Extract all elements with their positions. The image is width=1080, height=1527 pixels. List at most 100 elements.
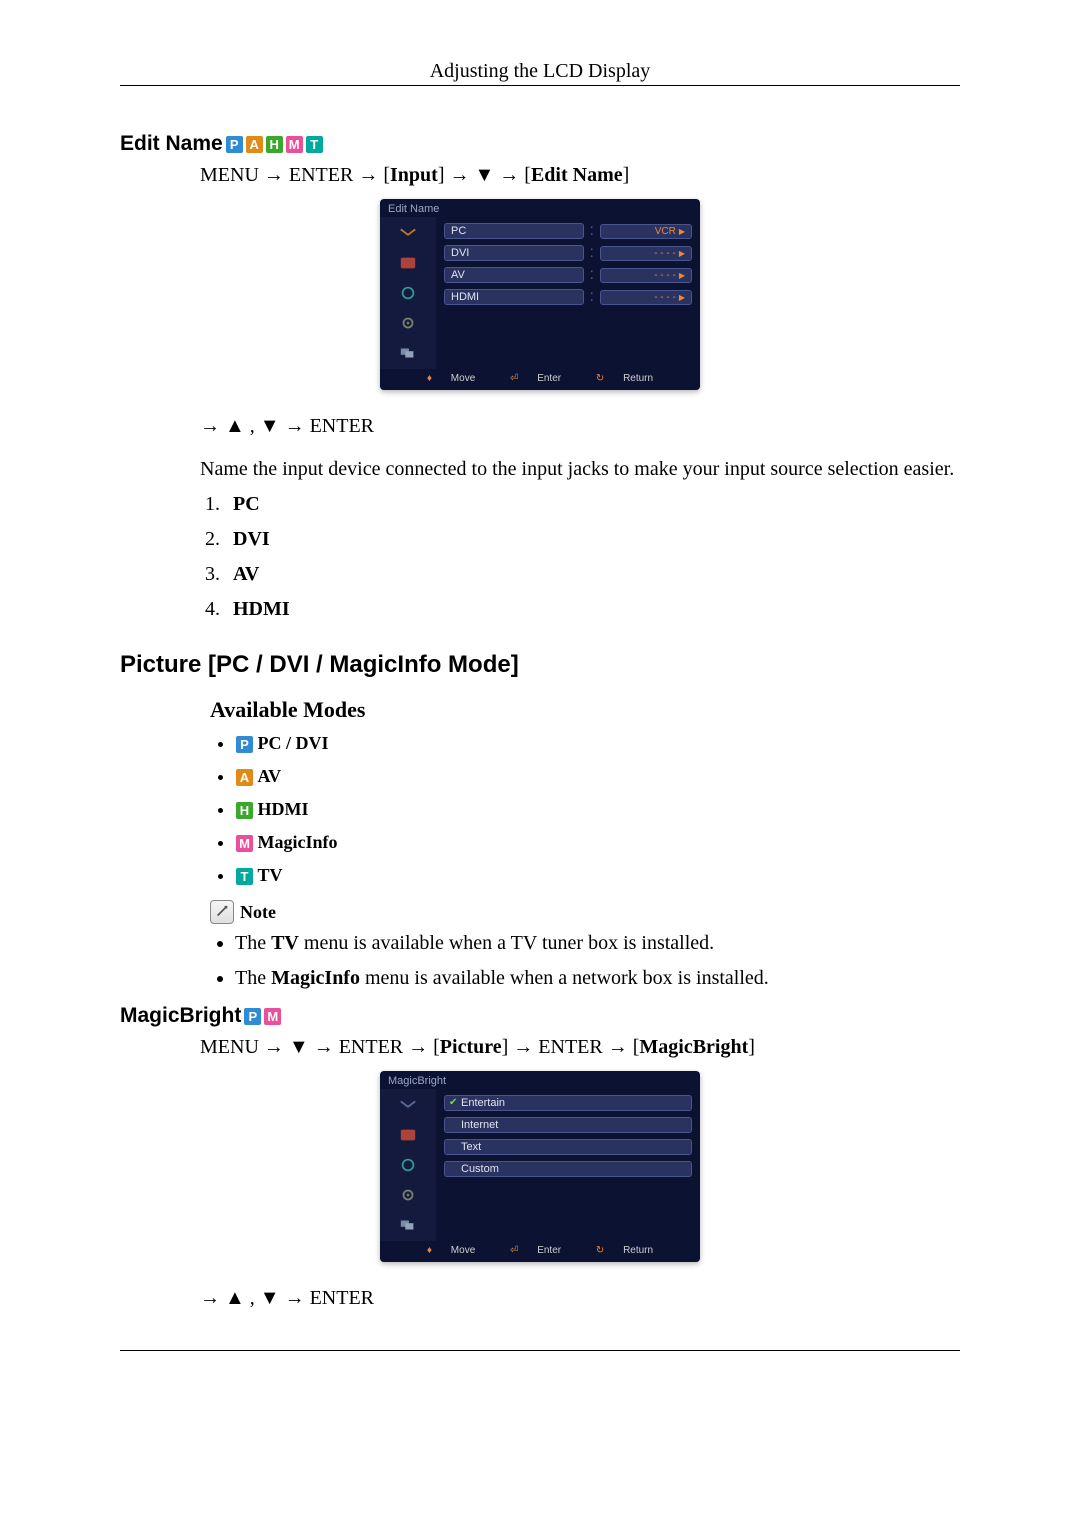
badge-t-icon: T xyxy=(306,136,323,153)
osd-row: PC : VCR▶ xyxy=(444,223,692,239)
list-item: The MagicInfo menu is available when a n… xyxy=(235,967,960,990)
osd-footer-text: Enter xyxy=(537,1245,561,1256)
osd-footer-enter: ⏎ Enter xyxy=(502,373,569,384)
enter-icon: ⏎ xyxy=(510,373,518,384)
mode-text: HDMI xyxy=(258,799,309,819)
path-arrow: → xyxy=(259,164,289,186)
osd-footer-return: ↻ Return xyxy=(588,373,661,384)
magicbright-path: MENU → ▼ → ENTER → [Picture] → ENTER → [… xyxy=(200,1036,960,1059)
list-item: PC xyxy=(225,493,960,516)
list-item-text: HDMI xyxy=(233,598,290,620)
badge-m-icon: M xyxy=(286,136,303,153)
osd-option: Internet xyxy=(444,1117,692,1133)
edit-name-list: PC DVI AV HDMI xyxy=(225,493,960,621)
notes-list: The TV menu is available when a TV tuner… xyxy=(235,932,960,990)
list-item: A AV xyxy=(235,766,960,787)
osd-footer-text: Move xyxy=(451,373,475,384)
path-bold: Picture xyxy=(440,1036,502,1058)
osd-sep-icon: : xyxy=(590,247,594,259)
osd-row: Text xyxy=(444,1139,692,1155)
badge-t-icon: T xyxy=(236,868,253,885)
osd-value-text: - - - - xyxy=(654,248,676,259)
osd-sound-icon xyxy=(396,283,420,303)
list-item: The TV menu is available when a TV tuner… xyxy=(235,932,960,955)
osd-option-text: Entertain xyxy=(461,1097,505,1109)
osd-footer-text: Enter xyxy=(537,373,561,384)
badge-h-icon: H xyxy=(236,802,253,819)
osd-row: ✔ Entertain xyxy=(444,1095,692,1111)
osd-footer-enter: ⏎ Enter xyxy=(502,1245,569,1256)
osd-sep-icon: : xyxy=(590,291,594,303)
magicbright-osd-image: MagicBright ✔Entertain Internet Text Cus… xyxy=(120,1071,960,1267)
badge-a-icon: A xyxy=(246,136,263,153)
path-text: → [ xyxy=(494,164,531,186)
osd-footer: ♦ Move ⏎ Enter ↻ Return xyxy=(380,369,700,390)
osd-footer-text: Return xyxy=(623,373,653,384)
osd-panel: MagicBright ✔Entertain Internet Text Cus… xyxy=(380,1071,700,1262)
badge-p-icon: P xyxy=(244,1008,261,1025)
enter-icon: ⏎ xyxy=(510,1245,518,1256)
list-item: HDMI xyxy=(225,598,960,621)
osd-sep-icon: : xyxy=(590,225,594,237)
osd-footer-move: ♦ Move xyxy=(419,1245,483,1256)
down-arrow-icon: ▼ xyxy=(474,164,494,186)
osd-setup-icon xyxy=(396,1185,420,1205)
return-icon: ↻ xyxy=(596,1245,604,1256)
osd-footer-return: ↻ Return xyxy=(588,1245,661,1256)
osd-main: ✔ Entertain Internet Text Custom xyxy=(436,1089,700,1241)
right-arrow-icon: ▶ xyxy=(679,227,685,236)
down-arrow-icon: ▼ xyxy=(289,1036,309,1058)
osd-row: HDMI : - - - -▶ xyxy=(444,289,692,305)
badge-h-icon: H xyxy=(266,136,283,153)
list-item: P PC / DVI xyxy=(235,733,960,754)
osd-option: Custom xyxy=(444,1161,692,1177)
mode-text: PC / DVI xyxy=(258,733,329,753)
list-item-text: DVI xyxy=(233,528,270,550)
note-bold: TV xyxy=(271,932,299,954)
edit-name-path: MENU → ENTER → [Input] → ▼ → [Edit Name] xyxy=(200,164,960,187)
osd-footer: ♦ Move ⏎ Enter ↻ Return xyxy=(380,1241,700,1262)
osd-setup-icon xyxy=(396,313,420,333)
path-text: ] xyxy=(748,1036,755,1058)
path-arrow: → xyxy=(259,1036,289,1058)
badge-a-icon: A xyxy=(236,769,253,786)
osd-body: ✔ Entertain Internet Text Custom xyxy=(380,1089,700,1241)
osd-footer-text: Move xyxy=(451,1245,475,1256)
available-modes-heading: Available Modes xyxy=(210,697,960,723)
osd-label: PC xyxy=(444,223,584,239)
osd-value: VCR▶ xyxy=(600,224,692,239)
path-text: ] → xyxy=(502,1036,539,1058)
path-text: → [ xyxy=(353,164,390,186)
osd-sidebar xyxy=(380,1089,436,1241)
list-item: H HDMI xyxy=(235,799,960,820)
osd-label: HDMI xyxy=(444,289,584,305)
osd-row: AV : - - - -▶ xyxy=(444,267,692,283)
osd-value: - - - -▶ xyxy=(600,290,692,305)
list-item-text: PC xyxy=(233,493,260,515)
note-bold: MagicInfo xyxy=(271,967,360,989)
note-icon xyxy=(210,900,234,924)
move-icon: ♦ xyxy=(427,373,432,384)
edit-name-desc: Name the input device connected to the i… xyxy=(200,458,960,481)
page-header: Adjusting the LCD Display xyxy=(120,60,960,86)
osd-input-icon xyxy=(396,223,420,243)
edit-name-nav-keys: → ▲ , ▼ → ENTER xyxy=(200,415,960,438)
path-arrow: → xyxy=(309,1036,339,1058)
osd-option: Text xyxy=(444,1139,692,1155)
osd-value: - - - -▶ xyxy=(600,268,692,283)
header-title: Adjusting the LCD Display xyxy=(430,60,651,82)
osd-sound-icon xyxy=(396,1155,420,1175)
page: Adjusting the LCD Display Edit Name P A … xyxy=(0,0,1080,1431)
magicbright-heading: MagicBright P M xyxy=(120,1004,960,1028)
note-text: The xyxy=(235,967,271,989)
osd-multi-icon xyxy=(396,343,420,363)
path-bold: MagicBright xyxy=(639,1036,748,1058)
badge-p-icon: P xyxy=(236,736,253,753)
path-text: ENTER xyxy=(289,164,353,186)
check-icon: ✔ xyxy=(449,1097,457,1108)
badge-m-icon: M xyxy=(236,835,253,852)
list-item-text: AV xyxy=(233,563,259,585)
note-label: Note xyxy=(240,902,276,923)
list-item: T TV xyxy=(235,865,960,886)
osd-value-text: - - - - xyxy=(654,292,676,303)
